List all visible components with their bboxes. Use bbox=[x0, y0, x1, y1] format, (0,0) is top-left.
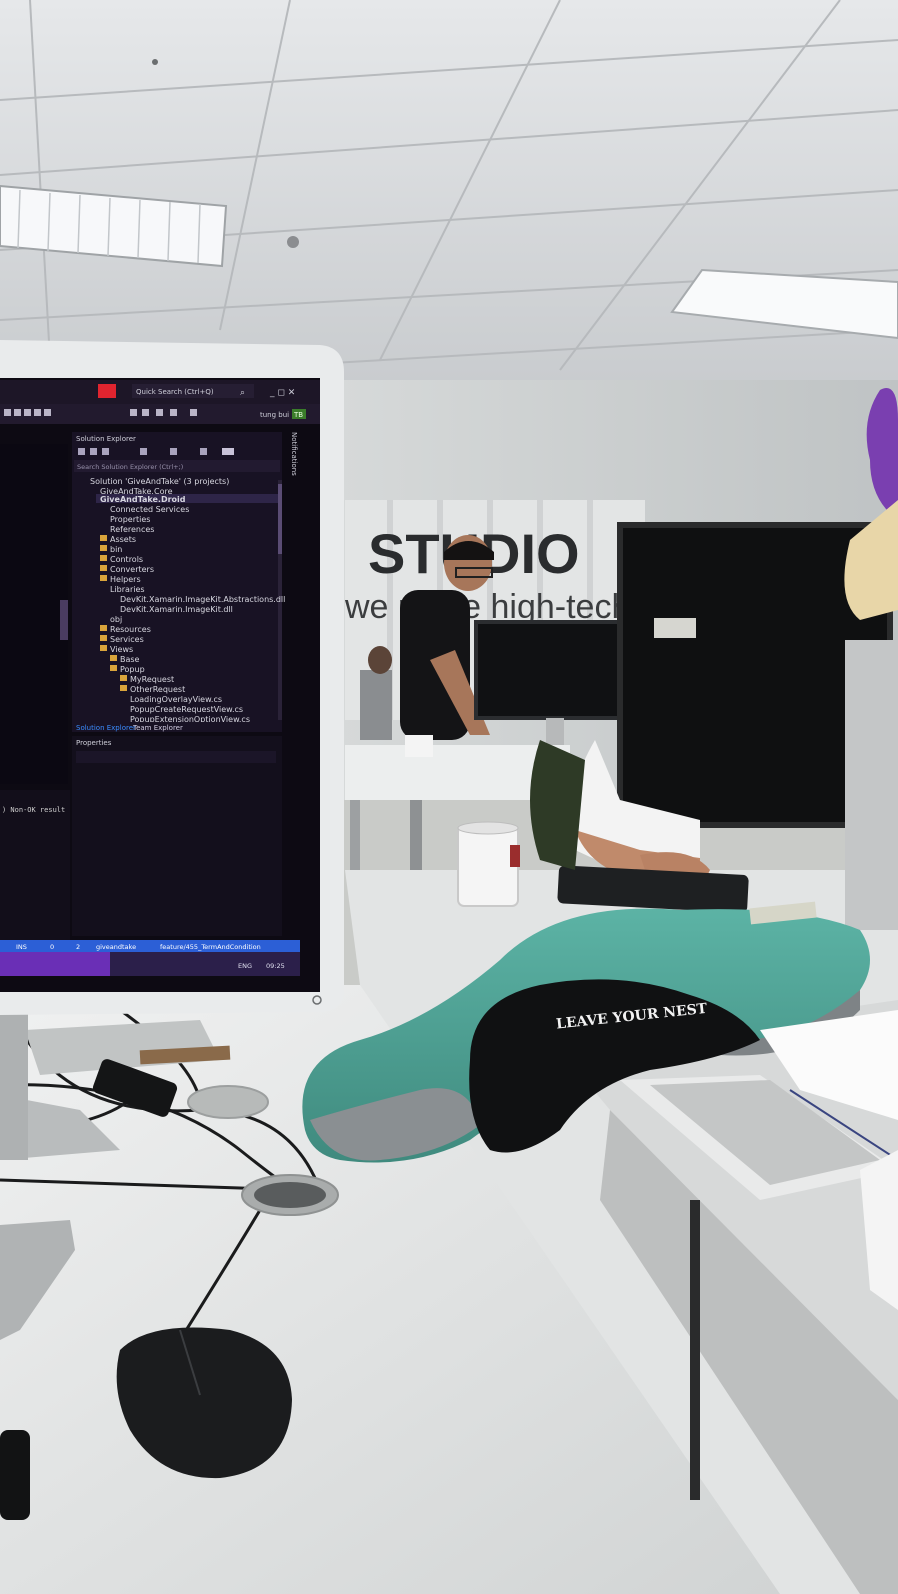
taskbar-clock[interactable]: 09:25 bbox=[266, 962, 285, 970]
tree-item[interactable]: LoadingOverlayView.cs bbox=[130, 695, 222, 704]
status-repo[interactable]: giveandtake bbox=[96, 943, 136, 951]
taskbar-lang[interactable]: ENG bbox=[238, 962, 252, 970]
status-branch[interactable]: feature/455_TermAndCondition bbox=[160, 943, 261, 951]
tab-solution-explorer[interactable]: Solution Explorer bbox=[76, 724, 136, 732]
search-icon[interactable]: ⌕ bbox=[240, 388, 245, 398]
coffee-mug bbox=[457, 821, 520, 907]
tree-item[interactable]: Libraries bbox=[110, 585, 145, 594]
tree-item[interactable]: Helpers bbox=[110, 575, 141, 584]
tree-item[interactable]: MyRequest bbox=[130, 675, 174, 684]
ide-window: Quick Search (Ctrl+Q) ⌕ _ ◻ ✕ tung bui T… bbox=[0, 380, 320, 976]
tree-item[interactable]: bin bbox=[110, 545, 122, 554]
quick-search-placeholder: Quick Search (Ctrl+Q) bbox=[136, 388, 214, 396]
tree-item[interactable]: Converters bbox=[110, 565, 154, 574]
solution-search-placeholder: Search Solution Explorer (Ctrl+;) bbox=[77, 463, 183, 471]
vs-logo-icon bbox=[98, 384, 116, 398]
tree-item[interactable]: Services bbox=[110, 635, 144, 644]
tree-item[interactable]: References bbox=[110, 525, 154, 534]
tree-item[interactable]: GiveAndTake.Droid bbox=[100, 495, 186, 504]
tab-team-explorer[interactable]: Team Explorer bbox=[132, 724, 183, 732]
desk-dark-object bbox=[0, 1430, 30, 1520]
tree-item[interactable]: PopupCreateRequestView.cs bbox=[130, 705, 243, 714]
solution-explorer-title: Solution Explorer bbox=[76, 435, 136, 443]
properties-title: Properties bbox=[76, 739, 112, 747]
user-name[interactable]: tung bui bbox=[260, 411, 289, 419]
output-line: ) Non-OK result bbox=[2, 806, 65, 814]
notifications-tab[interactable]: Notifications bbox=[290, 432, 298, 476]
tree-item[interactable]: Connected Services bbox=[110, 505, 189, 514]
office-desk-photo: STUDIO we make high-tech bbox=[0, 0, 898, 1594]
status-changes[interactable]: 2 bbox=[76, 943, 80, 951]
tree-item[interactable]: Properties bbox=[110, 515, 150, 524]
window-controls[interactable]: _ ◻ ✕ bbox=[269, 388, 295, 398]
status-ins: INS bbox=[16, 943, 27, 951]
tree-item[interactable]: Base bbox=[120, 655, 140, 664]
tree-item[interactable]: OtherRequest bbox=[130, 685, 185, 694]
status-errors[interactable]: 0 bbox=[50, 943, 54, 951]
tree-item[interactable]: Popup bbox=[120, 665, 145, 674]
tree-item[interactable]: obj bbox=[110, 615, 122, 624]
tree-item[interactable]: Controls bbox=[110, 555, 143, 564]
user-badge[interactable]: TB bbox=[293, 411, 303, 419]
tree-item[interactable]: Views bbox=[110, 645, 133, 654]
tree-item[interactable]: DevKit.Xamarin.ImageKit.dll bbox=[120, 605, 233, 614]
tree-item[interactable]: Solution 'GiveAndTake' (3 projects) bbox=[90, 477, 229, 486]
tree-item[interactable]: Resources bbox=[110, 625, 151, 634]
tree-item[interactable]: Assets bbox=[110, 535, 136, 544]
tree-item[interactable]: DevKit.Xamarin.ImageKit.Abstractions.dll bbox=[120, 595, 285, 604]
